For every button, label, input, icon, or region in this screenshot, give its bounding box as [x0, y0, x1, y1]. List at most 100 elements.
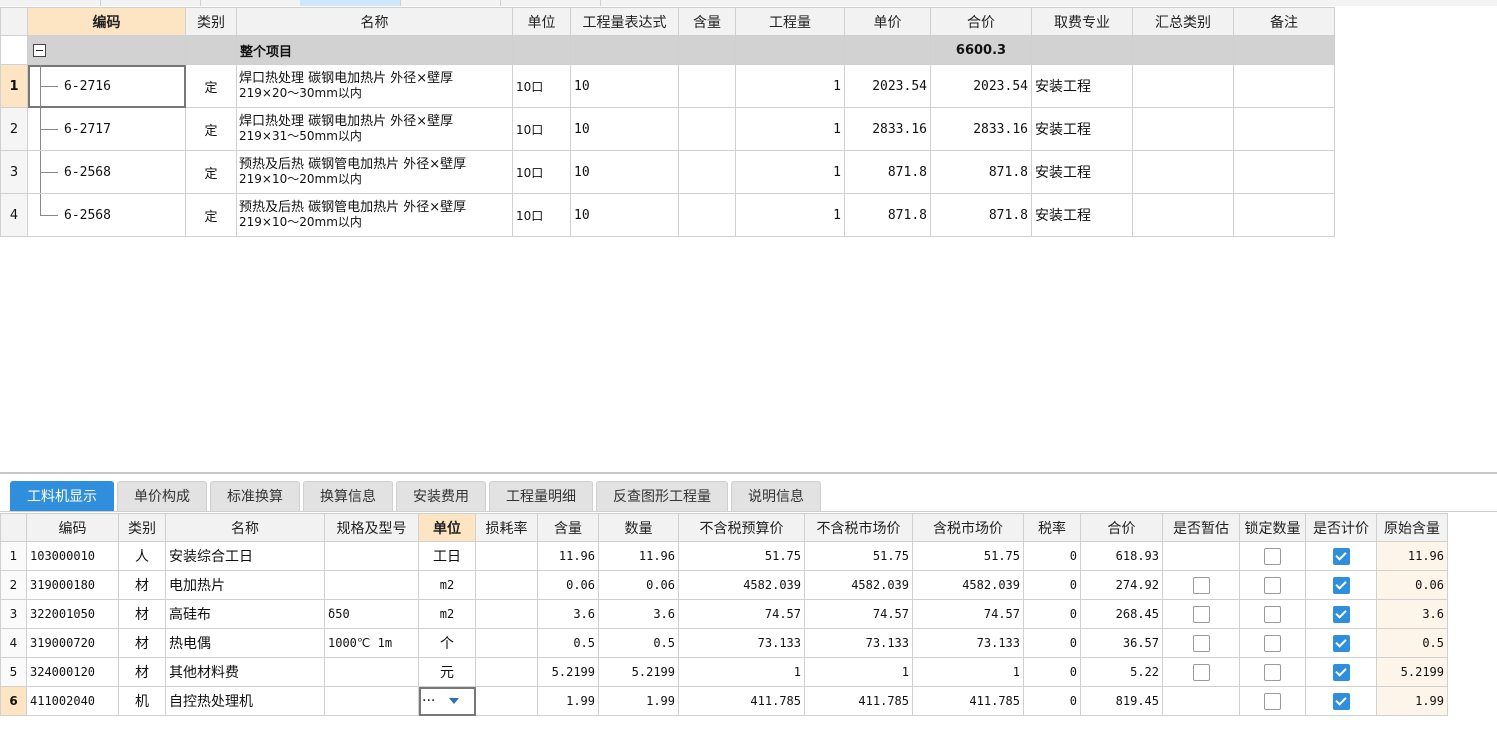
resource-market-price[interactable]: 1: [804, 657, 913, 687]
lock-quantity-checkbox[interactable]: [1264, 634, 1281, 652]
quota-quantity[interactable]: 1: [735, 150, 845, 194]
priced-checkbox[interactable]: [1332, 634, 1350, 652]
resource-quantity[interactable]: 11.96: [598, 541, 679, 571]
quota-type[interactable]: 定: [185, 107, 237, 151]
provisional-checkbox[interactable]: [1192, 576, 1210, 594]
resource-tax-market-price[interactable]: 73.133: [912, 628, 1024, 658]
resource-tax-market-price[interactable]: 411.785: [912, 686, 1024, 716]
resource-unit[interactable]: 工日: [418, 541, 476, 571]
quota-expression[interactable]: 10: [570, 193, 679, 237]
quota-content[interactable]: [678, 193, 736, 237]
quota-summary-category[interactable]: [1132, 193, 1234, 237]
quota-summary-category[interactable]: [1132, 107, 1234, 151]
quota-remarks[interactable]: [1233, 193, 1335, 237]
resource-tax-market-price[interactable]: 4582.039: [912, 570, 1024, 600]
resource-loss-rate[interactable]: [475, 686, 538, 716]
lock-quantity-checkbox[interactable]: [1264, 576, 1281, 594]
resource-row[interactable]: 2 319000180 材电加热片 m2 0.06 0.06 4582.039 4582.03…: [0, 570, 1448, 600]
resource-code[interactable]: 324000120: [26, 657, 119, 687]
tab-unit-price-composition[interactable]: 单价构成: [117, 481, 207, 512]
resource-unit[interactable]: m2: [418, 570, 476, 600]
resource-spec[interactable]: [324, 541, 419, 571]
header-priced[interactable]: 是否计价: [1305, 513, 1377, 542]
quota-unit[interactable]: 10口: [512, 64, 571, 108]
header-lock-quantity[interactable]: 锁定数量: [1239, 513, 1306, 542]
chevron-down-icon[interactable]: [449, 698, 460, 704]
header-content[interactable]: 含量: [678, 7, 736, 36]
resource-row[interactable]: 4 319000720 材热电偶 1000℃ 1m 个 0.5 0.5 73.133 73.13…: [0, 628, 1448, 658]
resource-name[interactable]: 安装综合工日: [165, 541, 325, 571]
unit-dropdown[interactable]: ···: [418, 686, 476, 716]
tab-quantity-details[interactable]: 工程量明细: [489, 481, 593, 512]
quota-code[interactable]: 6-2717: [27, 107, 186, 151]
quota-type[interactable]: 定: [185, 64, 237, 108]
resource-market-price[interactable]: 4582.039: [804, 570, 913, 600]
resource-code[interactable]: 411002040: [26, 686, 119, 716]
quota-remarks[interactable]: [1233, 64, 1335, 108]
priced-checkbox[interactable]: [1332, 692, 1350, 710]
resource-type[interactable]: 人: [118, 541, 166, 571]
pane-splitter[interactable]: [0, 472, 1497, 474]
lock-quantity-checkbox[interactable]: [1264, 605, 1281, 623]
provisional-checkbox[interactable]: [1192, 605, 1210, 623]
resource-market-price[interactable]: 74.57: [804, 599, 913, 629]
lock-quantity-checkbox[interactable]: [1264, 663, 1281, 681]
resource-tax-rate[interactable]: 0: [1023, 686, 1081, 716]
quota-code[interactable]: 6-2568: [27, 150, 186, 194]
priced-checkbox[interactable]: [1332, 663, 1350, 681]
row-number[interactable]: 4: [0, 628, 27, 658]
resource-content[interactable]: 0.06: [537, 570, 599, 600]
quota-unit-price[interactable]: 871.8: [844, 150, 931, 194]
resource-tax-rate[interactable]: 0: [1023, 570, 1081, 600]
row-number[interactable]: 6: [0, 686, 27, 716]
row-number[interactable]: 3: [0, 150, 28, 194]
header-provisional[interactable]: 是否暂估: [1162, 513, 1240, 542]
top-tab[interactable]: [400, 0, 501, 6]
resource-quantity[interactable]: 1.99: [598, 686, 679, 716]
resource-quantity[interactable]: 3.6: [598, 599, 679, 629]
tab-description[interactable]: 说明信息: [731, 481, 821, 512]
header-content[interactable]: 含量: [537, 513, 599, 542]
quota-row[interactable]: 1 6-2716 定焊口热处理 碳钢电加热片 外径×壁厚 219×20～30mm以内 1…: [0, 64, 1335, 108]
quota-fee-specialty[interactable]: 安装工程: [1031, 64, 1133, 108]
header-spec[interactable]: 规格及型号: [324, 513, 419, 542]
top-tab-active[interactable]: [300, 0, 401, 6]
resource-tax-market-price[interactable]: 74.57: [912, 599, 1024, 629]
resource-type[interactable]: 材: [118, 657, 166, 687]
top-tab[interactable]: [200, 0, 301, 6]
quota-quantity[interactable]: 1: [735, 193, 845, 237]
quota-quantity[interactable]: 1: [735, 107, 845, 151]
resource-loss-rate[interactable]: [475, 541, 538, 571]
quota-name[interactable]: 焊口热处理 碳钢电加热片 外径×壁厚 219×31～50mm以内: [236, 107, 513, 151]
resource-quantity[interactable]: 0.06: [598, 570, 679, 600]
quota-summary-category[interactable]: [1132, 64, 1234, 108]
resource-unit[interactable]: 元: [418, 657, 476, 687]
resource-budget-price[interactable]: 74.57: [678, 599, 805, 629]
resource-code[interactable]: 319000720: [26, 628, 119, 658]
header-tax-rate[interactable]: 税率: [1023, 513, 1081, 542]
quota-remarks[interactable]: [1233, 107, 1335, 151]
row-number[interactable]: 1: [0, 541, 27, 571]
resource-name[interactable]: 自控热处理机: [165, 686, 325, 716]
lock-quantity-checkbox[interactable]: [1264, 547, 1281, 565]
resource-content[interactable]: 11.96: [537, 541, 599, 571]
tab-labor-material-machine[interactable]: 工料机显示: [10, 481, 114, 512]
quota-unit[interactable]: 10口: [512, 150, 571, 194]
resource-spec[interactable]: [324, 657, 419, 687]
quota-type[interactable]: 定: [185, 150, 237, 194]
top-tab[interactable]: [100, 0, 201, 6]
resource-code[interactable]: 103000010: [26, 541, 119, 571]
resource-quantity[interactable]: 5.2199: [598, 657, 679, 687]
tab-conversion-info[interactable]: 换算信息: [303, 481, 393, 512]
header-unit[interactable]: 单位: [512, 7, 571, 36]
row-number[interactable]: 2: [0, 107, 28, 151]
quota-unit-price[interactable]: 2023.54: [844, 64, 931, 108]
provisional-checkbox[interactable]: [1192, 663, 1210, 681]
resource-unit[interactable]: 个: [418, 628, 476, 658]
resource-content[interactable]: 1.99: [537, 686, 599, 716]
tab-graphic-quantity-lookup[interactable]: 反查图形工程量: [596, 481, 728, 512]
resource-spec[interactable]: δ50: [324, 599, 419, 629]
header-market-price[interactable]: 不含税市场价: [804, 513, 913, 542]
resource-budget-price[interactable]: 1: [678, 657, 805, 687]
quota-unit-price[interactable]: 2833.16: [844, 107, 931, 151]
